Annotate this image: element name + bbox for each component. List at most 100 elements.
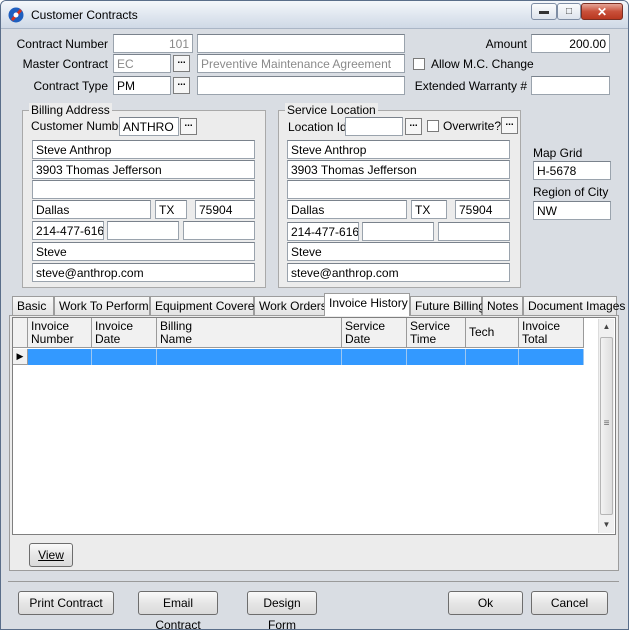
billing-email-field[interactable]: steve@anthrop.com (32, 263, 255, 282)
customer-number-lookup-button[interactable]: ... (180, 118, 197, 135)
billing-phone3-field[interactable] (183, 221, 255, 240)
billing-state-field[interactable]: TX (155, 200, 187, 219)
scroll-down-icon[interactable]: ▼ (599, 517, 614, 533)
design-form-button[interactable]: Design Form (247, 591, 317, 629)
close-button[interactable]: ✕ (581, 3, 623, 20)
customer-number-field[interactable]: ANTHRO (119, 117, 179, 136)
cell-billing-name[interactable] (157, 349, 342, 365)
grid-vertical-scrollbar[interactable]: ▲ ≡ ▼ (598, 319, 614, 533)
row-pointer-icon[interactable]: ▶ (13, 349, 28, 365)
service-location-caption: Service Location (285, 103, 378, 117)
email-contract-button[interactable]: Email Contract (138, 591, 218, 629)
tab-document-images[interactable]: Document Images (523, 296, 625, 315)
tab-future-billing[interactable]: Future Billing (410, 296, 485, 315)
ok-button[interactable]: Ok (448, 591, 523, 615)
bottom-divider (8, 581, 619, 582)
allow-mc-change-label: Allow M.C. Change (431, 57, 534, 71)
table-row[interactable] (28, 349, 584, 365)
master-contract-field[interactable]: EC (113, 54, 171, 73)
minimize-icon: ▬ (539, 6, 549, 17)
tab-notes[interactable]: Notes (482, 296, 523, 315)
column-header-invoice-date[interactable]: Invoice Date (92, 318, 157, 348)
cell-tech[interactable] (466, 349, 519, 365)
billing-address1-field[interactable]: 3903 Thomas Jefferson (32, 160, 255, 179)
overwrite-checkbox[interactable] (427, 120, 439, 132)
billing-address-group: Billing Address (22, 103, 266, 288)
billing-name-field[interactable]: Steve Anthrop (32, 140, 255, 159)
close-icon: ✕ (596, 4, 608, 19)
contract-number-label: Contract Number (16, 37, 108, 51)
service-phone-field[interactable]: 214-477-6161 (287, 222, 359, 241)
service-state-field[interactable]: TX (411, 200, 447, 219)
column-header-invoice-total[interactable]: Invoice Total (519, 318, 584, 348)
column-header-invoice-number[interactable]: Invoice Number (28, 318, 92, 348)
region-of-city-field[interactable]: NW (533, 201, 611, 220)
tab-basic[interactable]: Basic (12, 296, 54, 315)
contract-type-description-field[interactable] (197, 76, 405, 95)
column-header-service-date[interactable]: Service Date (342, 318, 407, 348)
cell-invoice-number[interactable] (28, 349, 92, 365)
cell-service-date[interactable] (342, 349, 407, 365)
service-address1-field[interactable]: 3903 Thomas Jefferson (287, 160, 510, 179)
cancel-button[interactable]: Cancel (531, 591, 608, 615)
contract-number-field[interactable]: 101 (113, 34, 193, 53)
tab-work-orders[interactable]: Work Orders (254, 296, 327, 315)
scroll-up-icon[interactable]: ▲ (599, 319, 614, 335)
column-header-billing-name[interactable]: Billing Name (157, 318, 342, 348)
map-grid-field[interactable]: H-5678 (533, 161, 611, 180)
scroll-grip-icon: ≡ (603, 418, 610, 429)
billing-address-caption: Billing Address (29, 103, 112, 117)
map-grid-label: Map Grid (533, 146, 583, 160)
billing-zip-field[interactable]: 75904 (195, 200, 255, 219)
billing-contact-field[interactable]: Steve (32, 242, 255, 261)
service-zip-field[interactable]: 75904 (455, 200, 510, 219)
tab-invoice-history[interactable]: Invoice History (324, 293, 410, 316)
print-contract-button[interactable]: Print Contract (18, 591, 114, 615)
contract-type-lookup-button[interactable]: ... (173, 77, 190, 94)
service-contact-field[interactable]: Steve (287, 242, 510, 261)
tab-equipment-covered[interactable]: Equipment Covered (150, 296, 261, 315)
cell-invoice-total[interactable] (519, 349, 584, 365)
service-city-field[interactable]: Dallas (287, 200, 407, 219)
maximize-icon: □ (565, 6, 573, 17)
cell-service-time[interactable] (407, 349, 466, 365)
title-bar[interactable]: Customer Contracts ▬ □ ✕ (1, 1, 628, 29)
overwrite-lookup-button[interactable]: ... (501, 117, 518, 134)
cell-invoice-date[interactable] (92, 349, 157, 365)
billing-phone-field[interactable]: 214-477-6161 (32, 221, 104, 240)
app-icon (8, 7, 24, 23)
master-contract-description-field[interactable]: Preventive Maintenance Agreement (197, 54, 405, 73)
extended-warranty-field[interactable] (531, 76, 610, 95)
view-button[interactable]: View (29, 543, 73, 567)
tab-strip: Basic Work To Perform Equipment Covered … (6, 293, 625, 316)
customer-contracts-window: Customer Contracts ▬ □ ✕ Contract Number… (0, 0, 629, 630)
contract-type-field[interactable]: PM (113, 76, 171, 95)
column-header-service-time[interactable]: Service Time (407, 318, 466, 348)
service-phone2-field[interactable] (362, 222, 434, 241)
invoice-history-grid[interactable]: Invoice Number Invoice Date Billing Name Se… (12, 317, 616, 535)
amount-field[interactable]: 200.00 (531, 34, 610, 53)
location-id-lookup-button[interactable]: ... (405, 118, 422, 135)
allow-mc-change-checkbox[interactable] (413, 58, 425, 70)
billing-address2-field[interactable] (32, 180, 255, 199)
service-email-field[interactable]: steve@anthrop.com (287, 263, 510, 282)
contract-type-label: Contract Type (33, 79, 108, 93)
service-phone3-field[interactable] (438, 222, 510, 241)
grid-corner-header (13, 318, 28, 348)
contract-description-field[interactable] (197, 34, 405, 53)
region-of-city-label: Region of City (533, 185, 609, 199)
service-address2-field[interactable] (287, 180, 510, 199)
maximize-button[interactable]: □ (557, 3, 581, 20)
minimize-button[interactable]: ▬ (531, 3, 557, 20)
scroll-thumb[interactable]: ≡ (600, 337, 613, 515)
billing-city-field[interactable]: Dallas (32, 200, 151, 219)
tab-work-to-perform[interactable]: Work To Perform (54, 296, 150, 315)
location-id-label: Location Id (288, 120, 347, 134)
column-header-tech[interactable]: Tech (466, 318, 519, 348)
location-id-field[interactable] (345, 117, 403, 136)
amount-label: Amount (485, 37, 527, 51)
master-contract-lookup-button[interactable]: ... (173, 55, 190, 72)
service-location-group: Service Location (278, 103, 521, 288)
service-name-field[interactable]: Steve Anthrop (287, 140, 510, 159)
billing-phone2-field[interactable] (107, 221, 179, 240)
